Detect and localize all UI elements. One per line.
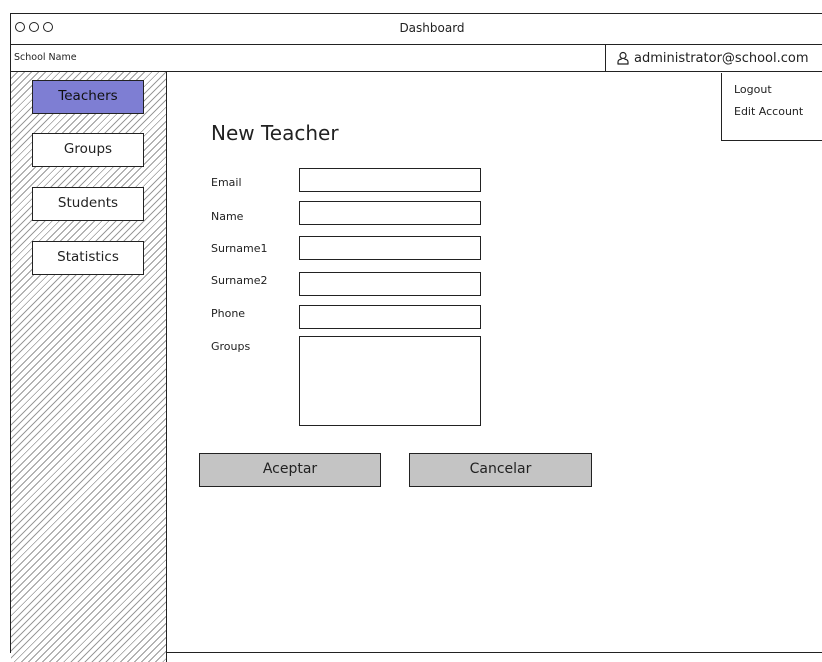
window-title: Dashboard bbox=[399, 21, 465, 35]
phone-field[interactable] bbox=[299, 305, 481, 329]
email-label: Email bbox=[211, 176, 242, 189]
app-window: Dashboard School Name administrator@scho… bbox=[10, 13, 822, 662]
school-name: School Name bbox=[14, 52, 77, 63]
sidebar-item-teachers[interactable]: Teachers bbox=[32, 80, 144, 114]
accept-button[interactable]: Aceptar bbox=[199, 453, 381, 487]
page-title: New Teacher bbox=[211, 121, 339, 145]
sidebar-item-students[interactable]: Students bbox=[32, 187, 144, 221]
edit-account-menu-item[interactable]: Edit Account bbox=[734, 105, 822, 118]
surname2-field[interactable] bbox=[299, 272, 481, 296]
name-label: Name bbox=[211, 210, 244, 223]
user-icon bbox=[616, 51, 630, 65]
logout-menu-item[interactable]: Logout bbox=[734, 83, 822, 96]
phone-label: Phone bbox=[211, 307, 246, 320]
sidebar-item-groups[interactable]: Groups bbox=[32, 133, 144, 167]
sidebar: Teachers Groups Students Statistics bbox=[11, 72, 167, 662]
surname2-label: Surname2 bbox=[211, 274, 268, 287]
user-account-button[interactable]: administrator@school.com bbox=[605, 44, 822, 72]
sidebar-item-statistics[interactable]: Statistics bbox=[32, 241, 144, 275]
user-email: administrator@school.com bbox=[634, 50, 809, 66]
name-field[interactable] bbox=[299, 201, 481, 225]
surname1-field[interactable] bbox=[299, 236, 481, 260]
title-bar: Dashboard bbox=[11, 14, 822, 45]
surname1-label: Surname1 bbox=[211, 242, 268, 255]
user-menu-dropdown: Logout Edit Account bbox=[721, 73, 822, 141]
groups-field[interactable] bbox=[299, 336, 481, 426]
groups-label: Groups bbox=[211, 340, 251, 353]
cancel-button[interactable]: Cancelar bbox=[409, 453, 592, 487]
email-field[interactable] bbox=[299, 168, 481, 192]
